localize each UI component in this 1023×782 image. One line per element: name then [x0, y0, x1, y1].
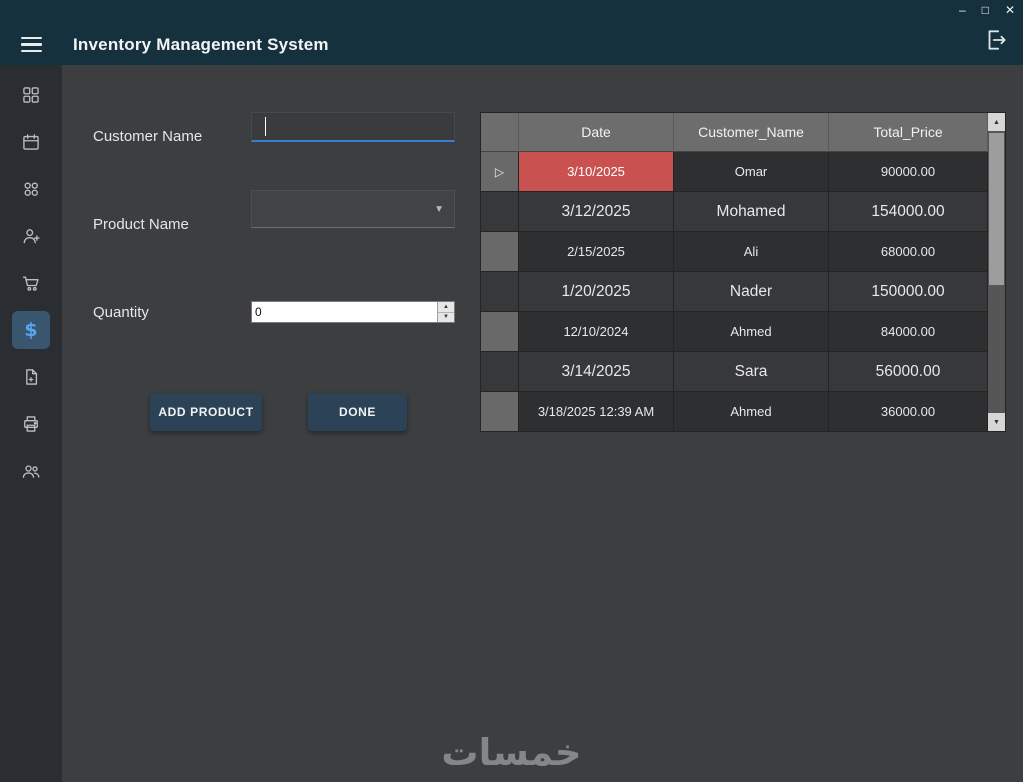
dashboard-icon	[12, 76, 50, 114]
customer-cell[interactable]: Ahmed	[674, 392, 829, 432]
customer-cell[interactable]: Sara	[674, 352, 829, 392]
contacts-icon	[12, 170, 50, 208]
sidebar-item-calendar[interactable]	[0, 118, 62, 165]
spin-down-button[interactable]: ▼	[438, 312, 454, 322]
customer-cell[interactable]: Ahmed	[674, 312, 829, 352]
date-cell[interactable]: 12/10/2024	[519, 312, 674, 352]
printer-icon	[12, 405, 50, 443]
total-cell[interactable]: 56000.00	[829, 352, 988, 392]
quantity-input[interactable]	[252, 302, 437, 322]
table-row[interactable]: ▷ 3/10/2025 Omar 90000.00	[481, 152, 988, 192]
sidebar-item-sales[interactable]: $	[0, 306, 62, 353]
scroll-up-button[interactable]: ▲	[988, 113, 1005, 131]
close-button[interactable]: ✕	[1005, 3, 1015, 17]
scrollbar-thumb[interactable]	[989, 133, 1004, 285]
chevron-down-icon: ▼	[434, 203, 444, 215]
vertical-scrollbar[interactable]: ▲ ▼	[988, 113, 1005, 431]
total-cell[interactable]: 90000.00	[829, 152, 988, 192]
total-cell[interactable]: 154000.00	[829, 192, 988, 232]
date-cell[interactable]: 2/15/2025	[519, 232, 674, 272]
current-row-indicator: ▷	[494, 164, 505, 179]
table-row[interactable]: 3/14/2025 Sara 56000.00	[481, 352, 988, 392]
column-header-date[interactable]: Date	[519, 113, 674, 152]
menu-icon[interactable]	[0, 36, 62, 53]
column-header-customer-name[interactable]: Customer_Name	[674, 113, 829, 152]
sidebar-item-print[interactable]	[0, 400, 62, 447]
customer-name-input[interactable]	[251, 112, 455, 142]
sidebar-item-customers[interactable]	[0, 447, 62, 494]
product-name-dropdown[interactable]: ▼	[251, 190, 455, 228]
sales-table: Date Customer_Name Total_Price ▷ 3/10/20…	[480, 112, 1006, 432]
scroll-down-button[interactable]: ▼	[988, 413, 1005, 431]
person-edit-icon	[12, 217, 50, 255]
customer-cell[interactable]: Nader	[674, 272, 829, 312]
table-row[interactable]: 12/10/2024 Ahmed 84000.00	[481, 312, 988, 352]
titlebar: – □ ✕ Inventory Management System	[0, 0, 1023, 65]
done-button[interactable]: DONE	[308, 393, 407, 431]
row-header-cell[interactable]	[481, 232, 519, 272]
text-caret	[265, 117, 266, 136]
document-icon	[12, 358, 50, 396]
logout-icon[interactable]	[983, 27, 1009, 58]
total-cell[interactable]: 150000.00	[829, 272, 988, 312]
maximize-button[interactable]: □	[982, 3, 989, 17]
date-cell[interactable]: 1/20/2025	[519, 272, 674, 312]
quantity-stepper[interactable]: ▲ ▼	[251, 301, 455, 323]
customer-cell[interactable]: Mohamed	[674, 192, 829, 232]
date-cell[interactable]: 3/12/2025	[519, 192, 674, 232]
table-row[interactable]: 3/12/2025 Mohamed 154000.00	[481, 192, 988, 232]
main-content: Customer Name Product Name ▼ Quantity ▲ …	[62, 65, 1023, 782]
add-product-button[interactable]: ADD PRODUCT	[150, 393, 262, 431]
date-cell[interactable]: 3/10/2025	[519, 152, 674, 192]
cart-icon	[12, 264, 50, 302]
customer-cell[interactable]: Ali	[674, 232, 829, 272]
dollar-glyph: $	[24, 318, 38, 341]
row-header-cell[interactable]	[481, 392, 519, 432]
dollar-icon: $	[12, 310, 50, 349]
page-title: Inventory Management System	[73, 34, 329, 54]
table-row[interactable]: 3/18/2025 12:39 AM Ahmed 36000.00	[481, 392, 988, 432]
column-header-total-price[interactable]: Total_Price	[829, 113, 988, 152]
row-header-cell[interactable]	[481, 352, 519, 392]
product-name-label: Product Name	[93, 216, 189, 233]
row-header-cell[interactable]	[481, 272, 519, 312]
minimize-button[interactable]: –	[959, 3, 966, 17]
customer-cell[interactable]: Omar	[674, 152, 829, 192]
scrollbar-track[interactable]	[988, 131, 1005, 413]
spinner-buttons: ▲ ▼	[437, 302, 454, 322]
sidebar-item-cart[interactable]	[0, 259, 62, 306]
app-window: – □ ✕ Inventory Management System $ Cust…	[0, 0, 1023, 782]
sidebar: $	[0, 65, 62, 782]
customer-name-label: Customer Name	[93, 128, 203, 145]
app-header: Inventory Management System	[0, 24, 1023, 65]
sidebar-item-report[interactable]	[0, 353, 62, 400]
date-cell[interactable]: 3/14/2025	[519, 352, 674, 392]
table-row[interactable]: 2/15/2025 Ali 68000.00	[481, 232, 988, 272]
table-row[interactable]: 1/20/2025 Nader 150000.00	[481, 272, 988, 312]
watermark-logo: خمسات	[441, 731, 582, 774]
total-cell[interactable]: 36000.00	[829, 392, 988, 432]
spin-up-button[interactable]: ▲	[438, 302, 454, 313]
window-controls: – □ ✕	[959, 3, 1015, 17]
row-header-cell[interactable]: ▷	[481, 152, 519, 192]
row-header-cell[interactable]	[481, 312, 519, 352]
table-header: Date Customer_Name Total_Price	[481, 113, 988, 152]
sidebar-item-person[interactable]	[0, 212, 62, 259]
sidebar-item-contacts[interactable]	[0, 165, 62, 212]
row-header-cell[interactable]	[481, 192, 519, 232]
date-cell[interactable]: 3/18/2025 12:39 AM	[519, 392, 674, 432]
calendar-icon	[12, 123, 50, 161]
total-cell[interactable]: 68000.00	[829, 232, 988, 272]
quantity-label: Quantity	[93, 304, 149, 321]
total-cell[interactable]: 84000.00	[829, 312, 988, 352]
sidebar-item-dashboard[interactable]	[0, 71, 62, 118]
grid-body: ▷ 3/10/2025 Omar 90000.00 3/12/2025 Moha…	[481, 152, 988, 432]
people-icon	[12, 452, 50, 490]
table-corner-cell[interactable]	[481, 113, 519, 152]
